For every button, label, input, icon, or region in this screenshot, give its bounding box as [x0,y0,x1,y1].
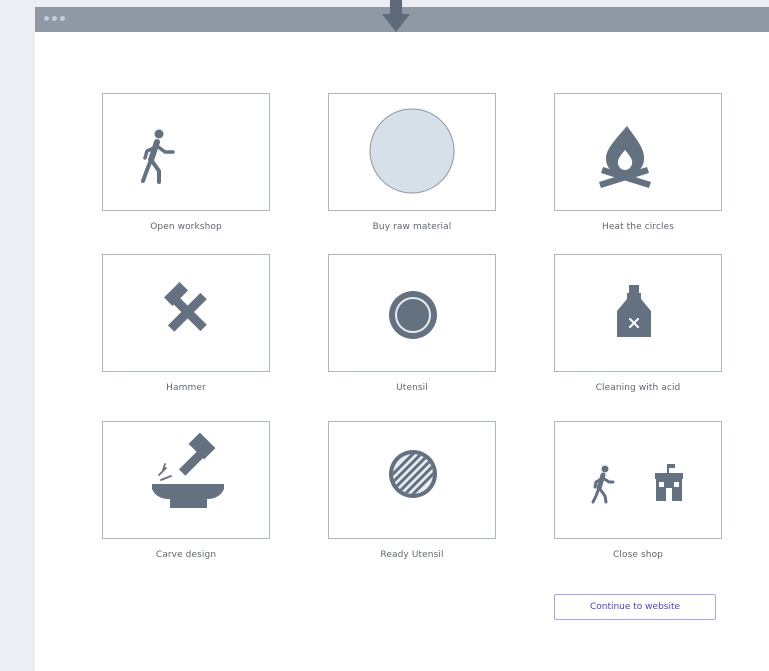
step-label: Close shop [613,550,663,560]
close-shop-icon [591,464,683,504]
step-card-close-shop[interactable] [554,421,722,539]
step-label: Open workshop [150,222,222,232]
step-label: Ready Utensil [380,550,444,560]
step-card-carve-design[interactable] [102,421,270,539]
fire-icon [599,126,651,188]
step-label: Utensil [396,383,428,393]
raw-material-disc-icon [369,108,455,194]
app-window: Open workshop Buy raw material Heat the … [35,0,769,671]
step-card-open-workshop[interactable] [102,93,270,211]
window-dot-icon[interactable] [60,16,65,21]
step-label: Hammer [166,383,206,393]
step-label: Heat the circles [601,222,675,232]
utensil-disc-icon [389,291,437,339]
down-arrow-pointer-icon [382,0,410,32]
continue-to-website-button[interactable]: Continue to website [554,594,716,620]
step-card-utensil[interactable] [328,254,496,372]
window-dot-icon[interactable] [52,16,57,21]
step-label: Carve design [155,550,217,560]
window-dot-icon[interactable] [44,16,49,21]
step-card-hammer[interactable] [102,254,270,372]
walking-person-icon [141,129,175,184]
step-label: Cleaning with acid [595,383,681,393]
acid-bottle-icon [617,285,651,337]
step-card-buy-raw-material[interactable] [328,93,496,211]
window-controls[interactable] [44,16,65,21]
ready-utensil-icon [389,450,437,498]
step-card-cleaning-with-acid[interactable] [554,254,722,372]
step-card-heat-the-circles[interactable] [554,93,722,211]
step-card-ready-utensil[interactable] [328,421,496,539]
hammer-icon [163,281,207,332]
carving-icon [152,432,224,508]
step-label: Buy raw material [372,222,452,232]
